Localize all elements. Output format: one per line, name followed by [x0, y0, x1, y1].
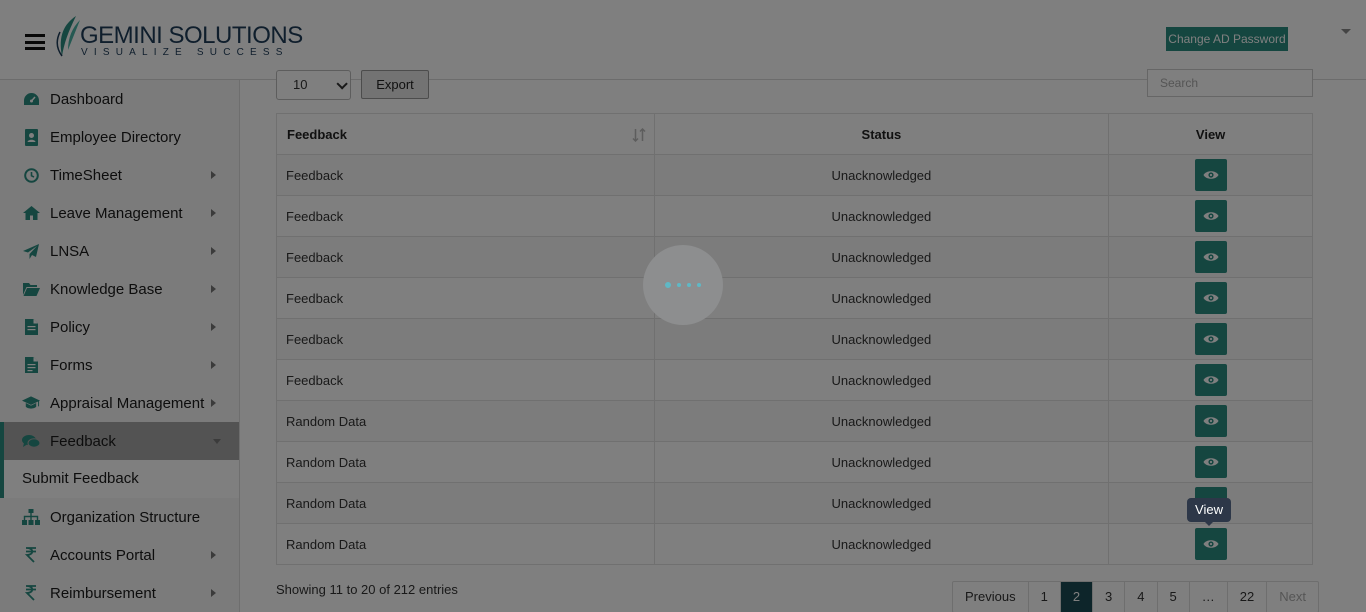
spinner-dot	[665, 282, 671, 288]
spinner-dot	[677, 283, 681, 287]
spinner-dot	[697, 283, 701, 287]
view-tooltip: View	[1187, 498, 1231, 526]
loading-spinner	[643, 245, 723, 325]
spinner-dot	[687, 283, 691, 287]
